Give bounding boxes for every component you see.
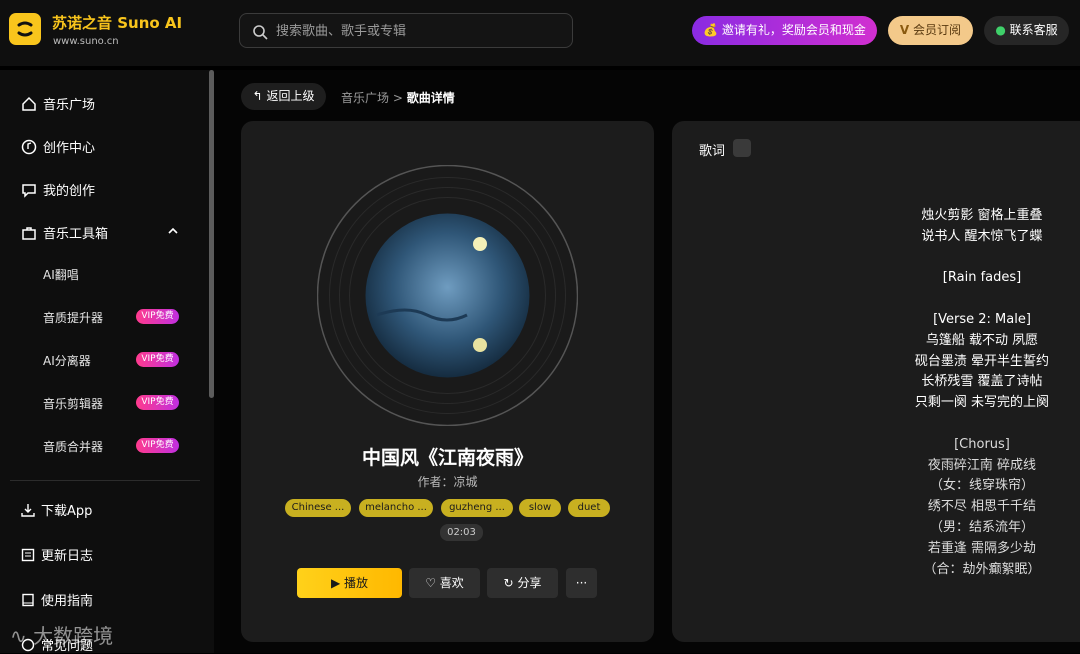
tag-chip[interactable]: Chinese ... — [285, 499, 351, 517]
log-icon — [21, 548, 35, 561]
sidebar-item-label: 创作中心 — [43, 141, 96, 156]
tool-quality-merger[interactable]: 音质合并器 — [43, 438, 103, 455]
like-button[interactable]: ♡ 喜欢 — [409, 568, 480, 598]
suno-logo-icon — [17, 21, 33, 37]
sidebar-item-my-creations[interactable]: 我的创作 — [21, 180, 95, 199]
vip-free-badge: VIP免费 — [136, 395, 179, 410]
play-label: 播放 — [344, 576, 369, 590]
sidebar-item-label: 下载App — [41, 504, 93, 519]
lyric-line: 绣不尽 相思千千结 — [927, 499, 1037, 515]
lyric-line: （男：结系流年） — [929, 519, 1034, 535]
tag-chip[interactable]: melancho ... — [359, 499, 433, 517]
tag-chip[interactable]: slow — [519, 499, 561, 517]
breadcrumb-current: 歌曲详情 — [406, 91, 455, 105]
lyric-line: 说书人 醒木惊飞了蝶 — [921, 228, 1043, 244]
toolbox-icon — [22, 226, 36, 240]
invite-button[interactable]: 💰 邀请有礼，奖励会员和现金 — [692, 16, 877, 45]
lyric-line: [Verse 2: Male] — [933, 311, 1031, 327]
watermark-text: 大数跨境 — [33, 624, 114, 648]
back-button[interactable]: ↰ 返回上级 — [241, 83, 326, 110]
breadcrumb-parent[interactable]: 音乐广场 — [341, 91, 389, 105]
money-bag-icon: 💰 — [703, 23, 719, 37]
breadcrumb-separator: > — [392, 91, 403, 105]
music-note-icon — [21, 139, 37, 154]
brand-name: 苏诺之音 Suno AI — [52, 14, 183, 32]
sidebar-item-label: 我的创作 — [43, 184, 96, 199]
contact-service-button[interactable]: ● 联系客服 — [984, 16, 1069, 45]
sidebar-item-download-app[interactable]: 下载App — [21, 500, 92, 519]
vip-label: 会员订阅 — [913, 23, 962, 37]
tool-music-editor[interactable]: 音乐剪辑器 — [43, 395, 103, 412]
home-icon — [22, 96, 36, 111]
lyric-line: 夜雨碎江南 碎成线 — [927, 457, 1037, 473]
sidebar-item-label: 更新日志 — [41, 549, 94, 564]
sidebar: 音乐广场 创作中心 我的创作 音乐工具箱 AI翻唱 音质提升器 VIP免费 AI… — [0, 70, 214, 654]
like-label: 喜欢 — [439, 576, 464, 590]
lyric-line: 长桥残雪 覆盖了诗帖 — [921, 374, 1043, 390]
sidebar-item-toolbox[interactable]: 音乐工具箱 — [21, 223, 181, 242]
search-box[interactable] — [239, 13, 573, 48]
lyric-line: [Rain fades] — [942, 270, 1022, 286]
share-button[interactable]: ↻ 分享 — [487, 568, 558, 598]
more-button[interactable]: ··· — [566, 568, 597, 598]
service-label: 联系客服 — [1009, 23, 1058, 37]
logo[interactable] — [9, 13, 41, 45]
lyric-line — [672, 289, 1080, 310]
sidebar-item-label: 使用指南 — [41, 594, 94, 609]
copy-icon[interactable] — [733, 139, 751, 157]
song-title: 中国风《江南夜雨》 — [361, 447, 533, 469]
search-input[interactable] — [276, 21, 556, 41]
lyric-line: 烛火剪影 窗格上重叠 — [921, 208, 1043, 223]
breadcrumb: 音乐广场 > 歌曲详情 — [341, 89, 455, 106]
vinyl-record-cover[interactable] — [317, 165, 578, 426]
back-arrow-icon: ↰ — [252, 89, 263, 103]
tool-ai-cover[interactable]: AI翻唱 — [43, 266, 79, 283]
sidebar-divider — [10, 480, 200, 481]
chevron-up-icon[interactable] — [167, 225, 179, 237]
vip-free-badge: VIP免费 — [136, 352, 179, 367]
tool-quality-enhancer[interactable]: 音质提升器 — [43, 309, 103, 326]
sidebar-item-guide[interactable]: 使用指南 — [21, 590, 93, 609]
lyric-line — [672, 248, 1080, 269]
lyric-line: （合：劫外癫絮眠） — [923, 561, 1041, 577]
lyric-line: 只剩一阕 未写完的上阕 — [914, 395, 1050, 411]
vip-free-badge: VIP免费 — [136, 438, 179, 453]
sidebar-item-label: 音乐广场 — [43, 98, 96, 113]
watermark: ∿ 大数跨境 — [10, 624, 114, 648]
lyric-line — [672, 414, 1080, 435]
play-icon: ▶ — [330, 576, 341, 590]
chat-icon: ● — [995, 23, 1006, 37]
chat-heart-icon — [22, 183, 36, 198]
song-author[interactable]: 作者：凉城 — [241, 473, 654, 490]
vip-free-badge: VIP免费 — [136, 309, 179, 324]
vip-subscribe-button[interactable]: V 会员订阅 — [888, 16, 973, 45]
share-label: 分享 — [517, 576, 542, 590]
back-label: 返回上级 — [266, 89, 315, 103]
brand-url: www.suno.cn — [53, 36, 119, 47]
lyric-line: 乌篷船 载不动 夙愿 — [925, 332, 1039, 348]
book-icon — [22, 593, 34, 606]
vip-v-icon: V — [899, 23, 910, 37]
lyrics-header: 歌词 — [699, 144, 726, 159]
sidebar-item-create-center[interactable]: 创作中心 — [21, 137, 95, 156]
invite-label: 邀请有礼，奖励会员和现金 — [721, 23, 866, 37]
lyrics-text: 烛火剪影 窗格上重叠 说书人 醒木惊飞了蝶 [Rain fades] [Vers… — [672, 206, 1080, 580]
play-button[interactable]: ▶ 播放 — [297, 568, 402, 598]
search-icon — [253, 25, 268, 40]
tool-ai-separator[interactable]: AI分离器 — [43, 352, 91, 369]
tag-chip[interactable]: guzheng ... — [441, 499, 513, 517]
heart-icon: ♡ — [425, 576, 436, 590]
lyric-line: 砚台墨渍 晕开半生誓约 — [914, 353, 1050, 369]
lyric-line: 若重逢 需隔多少劫 — [927, 540, 1037, 556]
sidebar-item-music-square[interactable]: 音乐广场 — [21, 94, 95, 113]
lyric-line: （女：线穿珠帘） — [929, 478, 1034, 494]
tag-chip[interactable]: duet — [568, 499, 610, 517]
share-icon: ↻ — [503, 576, 514, 590]
sidebar-item-changelog[interactable]: 更新日志 — [21, 545, 93, 564]
download-icon — [21, 503, 35, 517]
top-bar: 苏诺之音 Suno AI www.suno.cn 💰 邀请有礼，奖励会员和现金 … — [0, 0, 1080, 66]
sidebar-item-label: 音乐工具箱 — [43, 227, 109, 242]
song-duration: 02:03 — [440, 524, 483, 541]
lyric-line: [Chorus] — [954, 436, 1010, 452]
